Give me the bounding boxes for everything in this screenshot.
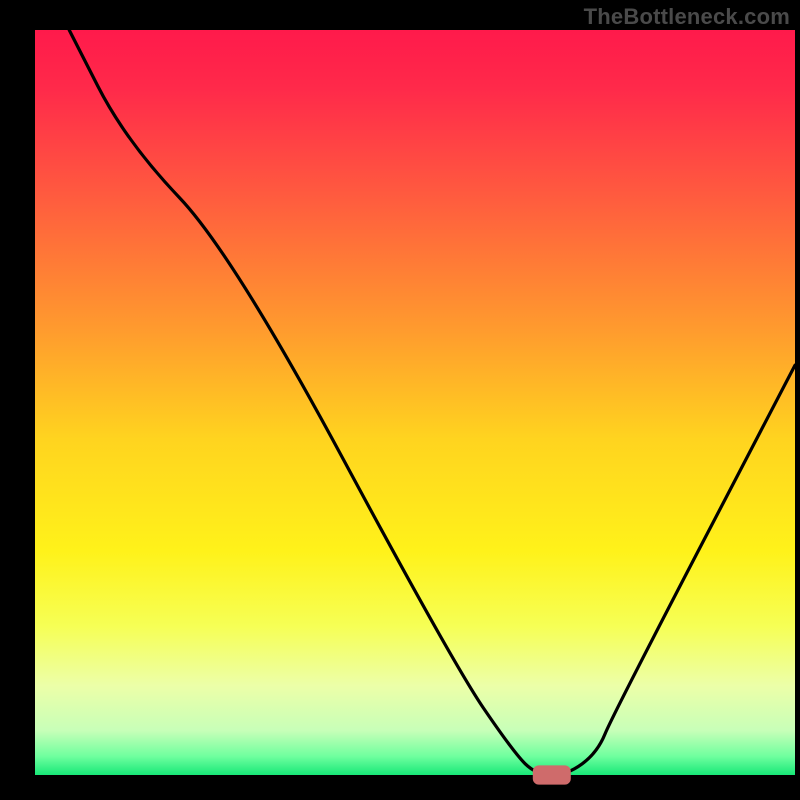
chart-frame: TheBottleneck.com (0, 0, 800, 800)
plot-background (35, 30, 795, 775)
optimal-marker (533, 765, 571, 784)
watermark-label: TheBottleneck.com (584, 4, 790, 30)
bottleneck-chart (0, 0, 800, 800)
